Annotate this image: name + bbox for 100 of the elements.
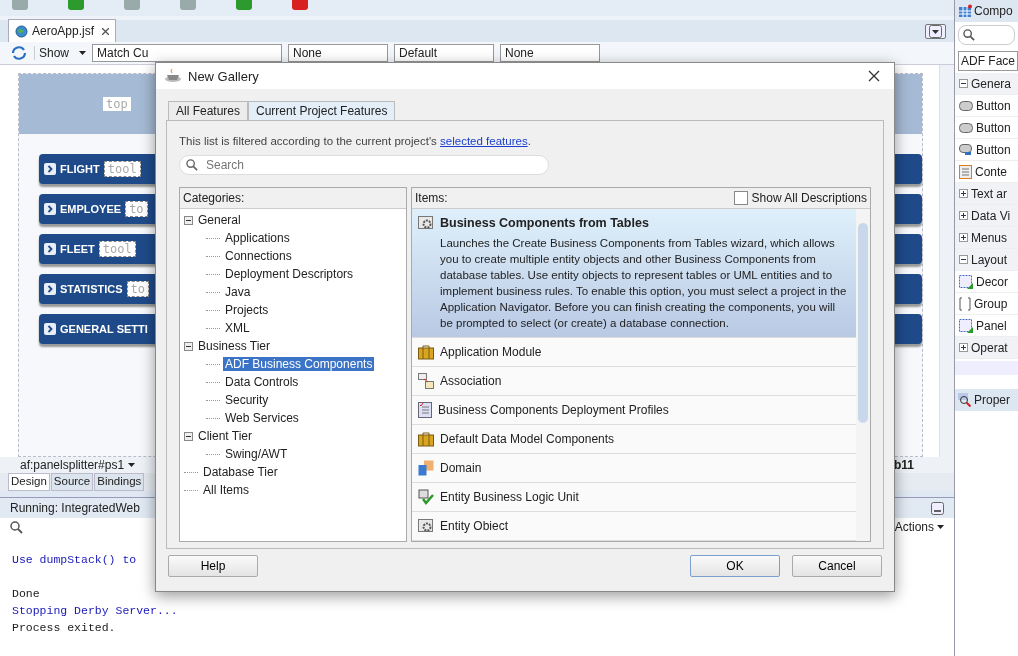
tool-facet-label: to: [125, 201, 148, 217]
dropdown-icon[interactable]: [925, 24, 946, 39]
ok-button[interactable]: OK: [690, 555, 780, 577]
minimize-icon[interactable]: [931, 501, 944, 515]
scrollbar[interactable]: [955, 361, 1018, 375]
feature-tab[interactable]: All Features: [168, 101, 249, 120]
palette-row[interactable]: Button: [955, 117, 1018, 139]
palette-label: Button: [976, 98, 1011, 113]
tree-item[interactable]: Client Tier: [196, 429, 255, 443]
palette-row[interactable]: Menus: [955, 227, 1018, 249]
button-icon: [959, 122, 973, 133]
view-tab[interactable]: Design: [8, 473, 50, 491]
breadcrumb-end[interactable]: b11: [893, 458, 914, 472]
tree-item[interactable]: Deployment Descriptors: [223, 267, 356, 281]
document-icon: [959, 164, 972, 179]
search-field[interactable]: [958, 25, 1015, 45]
tree-item[interactable]: Business Tier: [196, 339, 273, 353]
palette-label: Operat: [971, 340, 1008, 355]
palette-row[interactable]: Operat: [955, 337, 1018, 359]
gallery-item[interactable]: Entity Obiect: [412, 512, 856, 541]
tree-item[interactable]: General: [196, 213, 243, 227]
expander-icon[interactable]: [184, 215, 193, 225]
tree-item[interactable]: XML: [223, 321, 252, 335]
style-dropdown[interactable]: Default: [394, 44, 495, 62]
gallery-item[interactable]: Association: [412, 367, 856, 396]
close-icon[interactable]: [102, 27, 110, 35]
tree-item[interactable]: Projects: [223, 303, 271, 317]
log-line: Done: [12, 586, 40, 602]
caret-icon[interactable]: [79, 51, 87, 55]
menu-label: STATISTICS: [60, 283, 123, 295]
view-tab[interactable]: Source: [50, 473, 94, 491]
chevron-icon: [44, 323, 56, 335]
tree-item[interactable]: ADF Business Components: [223, 357, 375, 371]
palette-row[interactable]: Group: [955, 293, 1018, 315]
log-line: Stopping Derby Server...: [12, 603, 178, 619]
scrollbar[interactable]: [856, 209, 870, 541]
refresh-icon[interactable]: [10, 45, 28, 61]
button-icon: [959, 100, 973, 111]
caret-icon[interactable]: [937, 525, 944, 529]
actions-menu[interactable]: Actions: [894, 520, 934, 534]
tree-item[interactable]: Data Controls: [223, 375, 301, 389]
gallery-item[interactable]: [412, 209, 856, 338]
checkbox[interactable]: [733, 191, 748, 205]
gallery-item[interactable]: Application Module: [412, 338, 856, 367]
document-tab[interactable]: AeroApp.jsf: [8, 19, 117, 42]
menu-label: FLEET: [60, 243, 95, 255]
palette-label: Conte: [975, 164, 1007, 179]
gallery-item[interactable]: Business Components Deployment Profiles: [412, 396, 856, 425]
palette-label: Button: [976, 142, 1011, 157]
palette-label: Data Vi: [971, 208, 1011, 223]
caret-icon[interactable]: [128, 463, 136, 467]
cancel-button[interactable]: Cancel: [792, 555, 882, 577]
palette-row[interactable]: Data Vi: [955, 205, 1018, 227]
panel-title: Proper: [974, 393, 1010, 407]
tree-item[interactable]: Applications: [223, 231, 292, 245]
tree-item[interactable]: Java: [223, 285, 253, 299]
help-button[interactable]: Help: [168, 555, 258, 577]
palette-row[interactable]: Button: [955, 139, 1018, 161]
resolution-dropdown[interactable]: Match Cu: [92, 44, 283, 62]
tree-item[interactable]: Web Services: [223, 411, 301, 425]
tree-item[interactable]: Connections: [223, 249, 294, 263]
item-label: Association: [440, 374, 502, 388]
gallery-item[interactable]: Entity Business Logic Unit: [412, 483, 856, 512]
tree-item[interactable]: Swing/AWT: [223, 447, 290, 461]
palette-row[interactable]: Text ar: [955, 183, 1018, 205]
view-tab[interactable]: Bindings: [94, 473, 145, 491]
library-dropdown[interactable]: ADF Face: [958, 51, 1018, 71]
gallery-item[interactable]: Default Data Model Components: [412, 425, 856, 454]
button-link-icon: [959, 143, 973, 156]
scrollbar[interactable]: [939, 65, 954, 457]
selected-features-link[interactable]: selected features: [440, 135, 528, 147]
expander-icon[interactable]: [184, 431, 193, 441]
tree-item[interactable]: Security: [223, 393, 271, 407]
log-title: Running: IntegratedWeb: [10, 501, 140, 515]
menu-label: GENERAL SETTI: [60, 323, 148, 335]
palette-row[interactable]: Button: [955, 95, 1018, 117]
search-field[interactable]: Search: [179, 155, 549, 175]
item-label: Entity Business Logic Unit: [440, 490, 579, 504]
checkmark-icon: [418, 489, 434, 505]
palette-row[interactable]: Layout: [955, 249, 1018, 271]
log-line: Process exited.: [12, 620, 116, 636]
checkbox-label: Show All Descriptions: [751, 191, 867, 205]
breadcrumb[interactable]: af:panelsplitter#ps1: [20, 458, 125, 472]
style-dropdown[interactable]: None: [288, 44, 389, 62]
feature-tab[interactable]: Current Project Features: [248, 101, 396, 120]
filter-info-text: This list is filtered according to the current project's selected features.: [179, 135, 532, 147]
palette-row[interactable]: Decor: [955, 271, 1018, 293]
item-label: Application Module: [440, 345, 542, 359]
expander-icon[interactable]: [184, 341, 193, 351]
style-dropdown[interactable]: None: [500, 44, 601, 62]
items-heading: Items:: [415, 191, 448, 205]
magnifier-icon: [958, 393, 972, 407]
search-icon[interactable]: [10, 520, 23, 534]
tree-item[interactable]: All Items: [201, 483, 251, 497]
briefcase-icon: [418, 344, 434, 360]
tree-item[interactable]: Database Tier: [201, 465, 280, 479]
show-menu[interactable]: Show: [34, 46, 74, 60]
tool-facet-label: tool: [103, 161, 141, 177]
gallery-item[interactable]: Domain: [412, 454, 856, 483]
palette-row[interactable]: Genera: [955, 73, 1018, 95]
